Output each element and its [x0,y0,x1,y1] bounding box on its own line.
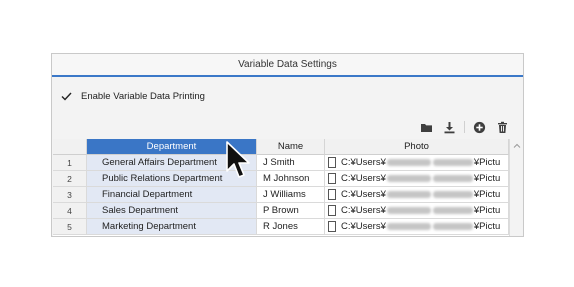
redacted-path-segment [432,175,473,182]
row-number-header [53,139,87,155]
file-icon[interactable] [328,189,336,200]
file-icon[interactable] [328,173,336,184]
photo-cell[interactable]: C:¥Users¥ ¥Pictu [325,155,509,171]
download-icon[interactable] [443,121,456,134]
panel-title: Variable Data Settings [52,54,523,77]
photo-cell[interactable]: C:¥Users¥ ¥Pictu [325,203,509,219]
checkmark-icon [61,92,72,101]
enable-checkbox-label: Enable Variable Data Printing [81,90,205,102]
file-icon[interactable] [328,221,336,232]
photo-path-start: C:¥Users¥ [341,188,386,200]
file-icon[interactable] [328,205,336,216]
photo-path-end: ¥Pictu [473,156,501,168]
column-header-name[interactable]: Name [257,139,325,155]
scroll-up-icon[interactable] [513,142,521,150]
redacted-path-segment [386,207,431,214]
enable-variable-data-row[interactable]: Enable Variable Data Printing [60,89,205,103]
vertical-scrollbar[interactable] [509,139,523,236]
redacted-path-segment [386,175,431,182]
redacted-path-segment [432,159,473,166]
photo-path-end: ¥Pictu [473,172,501,184]
redacted-path-segment [432,191,473,198]
name-cell[interactable]: R Jones [257,219,325,235]
photo-path-end: ¥Pictu [473,204,501,216]
redacted-path-segment [386,191,431,198]
toolbar-separator [464,121,465,133]
photo-cell[interactable]: C:¥Users¥ ¥Pictu [325,219,509,235]
variable-data-settings-panel: Variable Data Settings Enable Variable D… [51,53,524,237]
redacted-path-segment [432,223,473,230]
row-number: 3 [53,187,87,203]
row-number: 5 [53,219,87,235]
redacted-path-segment [386,223,431,230]
redacted-path-segment [386,159,431,166]
mouse-cursor-icon [226,141,250,178]
row-number: 2 [53,171,87,187]
photo-cell[interactable]: C:¥Users¥ ¥Pictu [325,171,509,187]
name-cell[interactable]: J Smith [257,155,325,171]
department-cell[interactable]: Marketing Department [87,219,257,235]
variable-data-table: Department Name Photo 1 General Affairs D… [53,139,523,236]
name-cell[interactable]: P Brown [257,203,325,219]
folder-icon[interactable] [420,121,433,134]
add-circle-icon[interactable] [473,121,486,134]
row-number: 4 [53,203,87,219]
row-number: 1 [53,155,87,171]
photo-path-start: C:¥Users¥ [341,156,386,168]
toolbar [420,120,509,134]
photo-path-start: C:¥Users¥ [341,172,386,184]
department-cell[interactable]: Sales Department [87,203,257,219]
redacted-path-segment [432,207,473,214]
photo-path-start: C:¥Users¥ [341,220,386,232]
photo-path-end: ¥Pictu [473,220,501,232]
name-cell[interactable]: J Williams [257,187,325,203]
photo-path-start: C:¥Users¥ [341,204,386,216]
photo-path-end: ¥Pictu [473,188,501,200]
enable-checkbox[interactable] [60,90,73,103]
department-cell[interactable]: Financial Department [87,187,257,203]
file-icon[interactable] [328,157,336,168]
trash-icon[interactable] [496,121,509,134]
name-cell[interactable]: M Johnson [257,171,325,187]
column-header-photo[interactable]: Photo [325,139,509,155]
photo-cell[interactable]: C:¥Users¥ ¥Pictu [325,187,509,203]
